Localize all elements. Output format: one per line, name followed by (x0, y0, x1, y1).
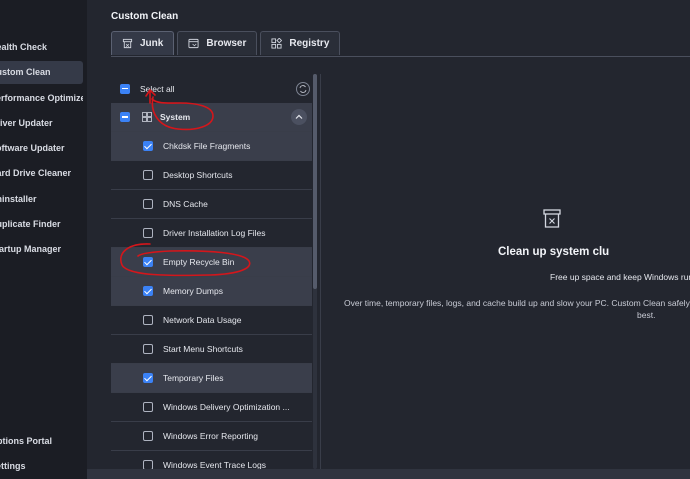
list-item[interactable]: Desktop Shortcuts (111, 161, 312, 190)
item-checkbox[interactable] (143, 199, 153, 209)
item-checkbox[interactable] (143, 286, 153, 296)
grid-icon (271, 38, 283, 49)
item-label: Start Menu Shortcuts (163, 344, 243, 354)
list-item[interactable]: Start Menu Shortcuts (111, 335, 312, 364)
sidebar-item-hard-drive-cleaner[interactable]: Hard Drive Cleaner (0, 162, 83, 185)
page-title: Custom Clean (111, 11, 179, 22)
empty-state-description-2: best. (637, 310, 656, 320)
group-system-row[interactable]: System (111, 103, 312, 132)
item-label: Temporary Files (163, 373, 224, 383)
bottom-bar (87, 469, 690, 479)
item-label: Memory Dumps (163, 286, 223, 296)
item-checkbox[interactable] (143, 373, 153, 383)
sidebar-item-health-check[interactable]: Health Check (0, 36, 83, 59)
list-item[interactable]: Windows Delivery Optimization ... (111, 393, 312, 422)
item-checkbox[interactable] (143, 257, 153, 267)
sidebar-item-startup-manager[interactable]: Startup Manager (0, 238, 83, 261)
select-all-row[interactable]: Select all (111, 74, 312, 103)
item-checkbox[interactable] (143, 141, 153, 151)
tab-junk-label: Junk (140, 38, 164, 49)
item-checkbox[interactable] (143, 402, 153, 412)
sidebar-item-options-portal[interactable]: Options Portal (0, 430, 83, 453)
group-system-label: System (160, 112, 191, 122)
sidebar-item-driver-updater[interactable]: Driver Updater (0, 112, 83, 135)
empty-bin-icon (543, 209, 561, 228)
sidebar-item-software-updater[interactable]: Software Updater (0, 137, 83, 160)
tab-registry-label: Registry (289, 38, 330, 49)
empty-state-title: Clean up system clu (498, 246, 610, 258)
sidebar: Health Check Custom Clean Performance Op… (0, 0, 87, 479)
item-label: Windows Error Reporting (163, 431, 258, 441)
empty-state-subtitle: Free up space and keep Windows run (550, 272, 690, 282)
item-checkbox[interactable] (143, 431, 153, 441)
sidebar-item-settings[interactable]: Settings (0, 455, 83, 478)
tab-browser-label: Browser (206, 38, 247, 49)
list-item[interactable]: Driver Installation Log Files (111, 219, 312, 248)
list-item[interactable]: Network Data Usage (111, 306, 312, 335)
sidebar-item-performance-optimizer[interactable]: Performance Optimizer (0, 87, 83, 110)
sidebar-item-duplicate-finder[interactable]: Duplicate Finder (0, 213, 83, 236)
item-label: Empty Recycle Bin (163, 257, 235, 267)
sidebar-item-uninstaller[interactable]: Uninstaller (0, 188, 83, 211)
sidebar-item-custom-clean[interactable]: Custom Clean (0, 61, 83, 84)
chevron-up-icon (295, 114, 303, 119)
browser-icon (188, 38, 199, 49)
item-label: Driver Installation Log Files (163, 228, 266, 238)
scroll-thumb[interactable] (313, 74, 317, 289)
item-checkbox[interactable] (143, 228, 153, 238)
panel-divider (320, 74, 321, 479)
tab-bar: Junk Browser Registry (111, 31, 341, 56)
select-all-label: Select all (140, 83, 175, 94)
list-item[interactable]: Windows Event Trace Logs (111, 451, 312, 469)
empty-state-description: Over time, temporary files, logs, and ca… (344, 298, 690, 308)
tab-junk[interactable]: Junk (111, 31, 175, 55)
item-label: Desktop Shortcuts (163, 170, 233, 180)
list-item[interactable]: Temporary Files (111, 364, 312, 393)
group-system-checkbox[interactable] (120, 112, 130, 122)
tab-registry[interactable]: Registry (260, 31, 341, 55)
list-item[interactable]: Chkdsk File Fragments (111, 132, 312, 161)
list-scrollbar[interactable] (313, 74, 317, 469)
item-label: Network Data Usage (163, 315, 242, 325)
item-label: Chkdsk File Fragments (163, 141, 251, 151)
collapse-button[interactable] (291, 109, 307, 125)
item-label: DNS Cache (163, 199, 208, 209)
select-all-checkbox[interactable] (120, 83, 130, 94)
list-item[interactable]: DNS Cache (111, 190, 312, 219)
item-checkbox[interactable] (143, 315, 153, 325)
tab-browser[interactable]: Browser (177, 31, 258, 55)
item-checkbox[interactable] (143, 460, 153, 469)
item-label: Windows Event Trace Logs (163, 460, 266, 469)
item-checkbox[interactable] (143, 170, 153, 180)
list-item[interactable]: Windows Error Reporting (111, 422, 312, 451)
trash-icon (122, 38, 133, 49)
list-item[interactable]: Memory Dumps (111, 277, 312, 306)
item-checkbox[interactable] (143, 344, 153, 354)
item-label: Windows Delivery Optimization ... (163, 402, 290, 412)
tab-divider (111, 56, 690, 57)
main-panel: Custom Clean Junk Browser Registry Selec… (87, 0, 690, 479)
refresh-icon[interactable] (296, 82, 310, 96)
junk-item-list: Select all System Chkdsk File Fragments … (111, 74, 312, 469)
windows-icon (142, 112, 152, 122)
list-item[interactable]: Empty Recycle Bin (111, 248, 312, 277)
